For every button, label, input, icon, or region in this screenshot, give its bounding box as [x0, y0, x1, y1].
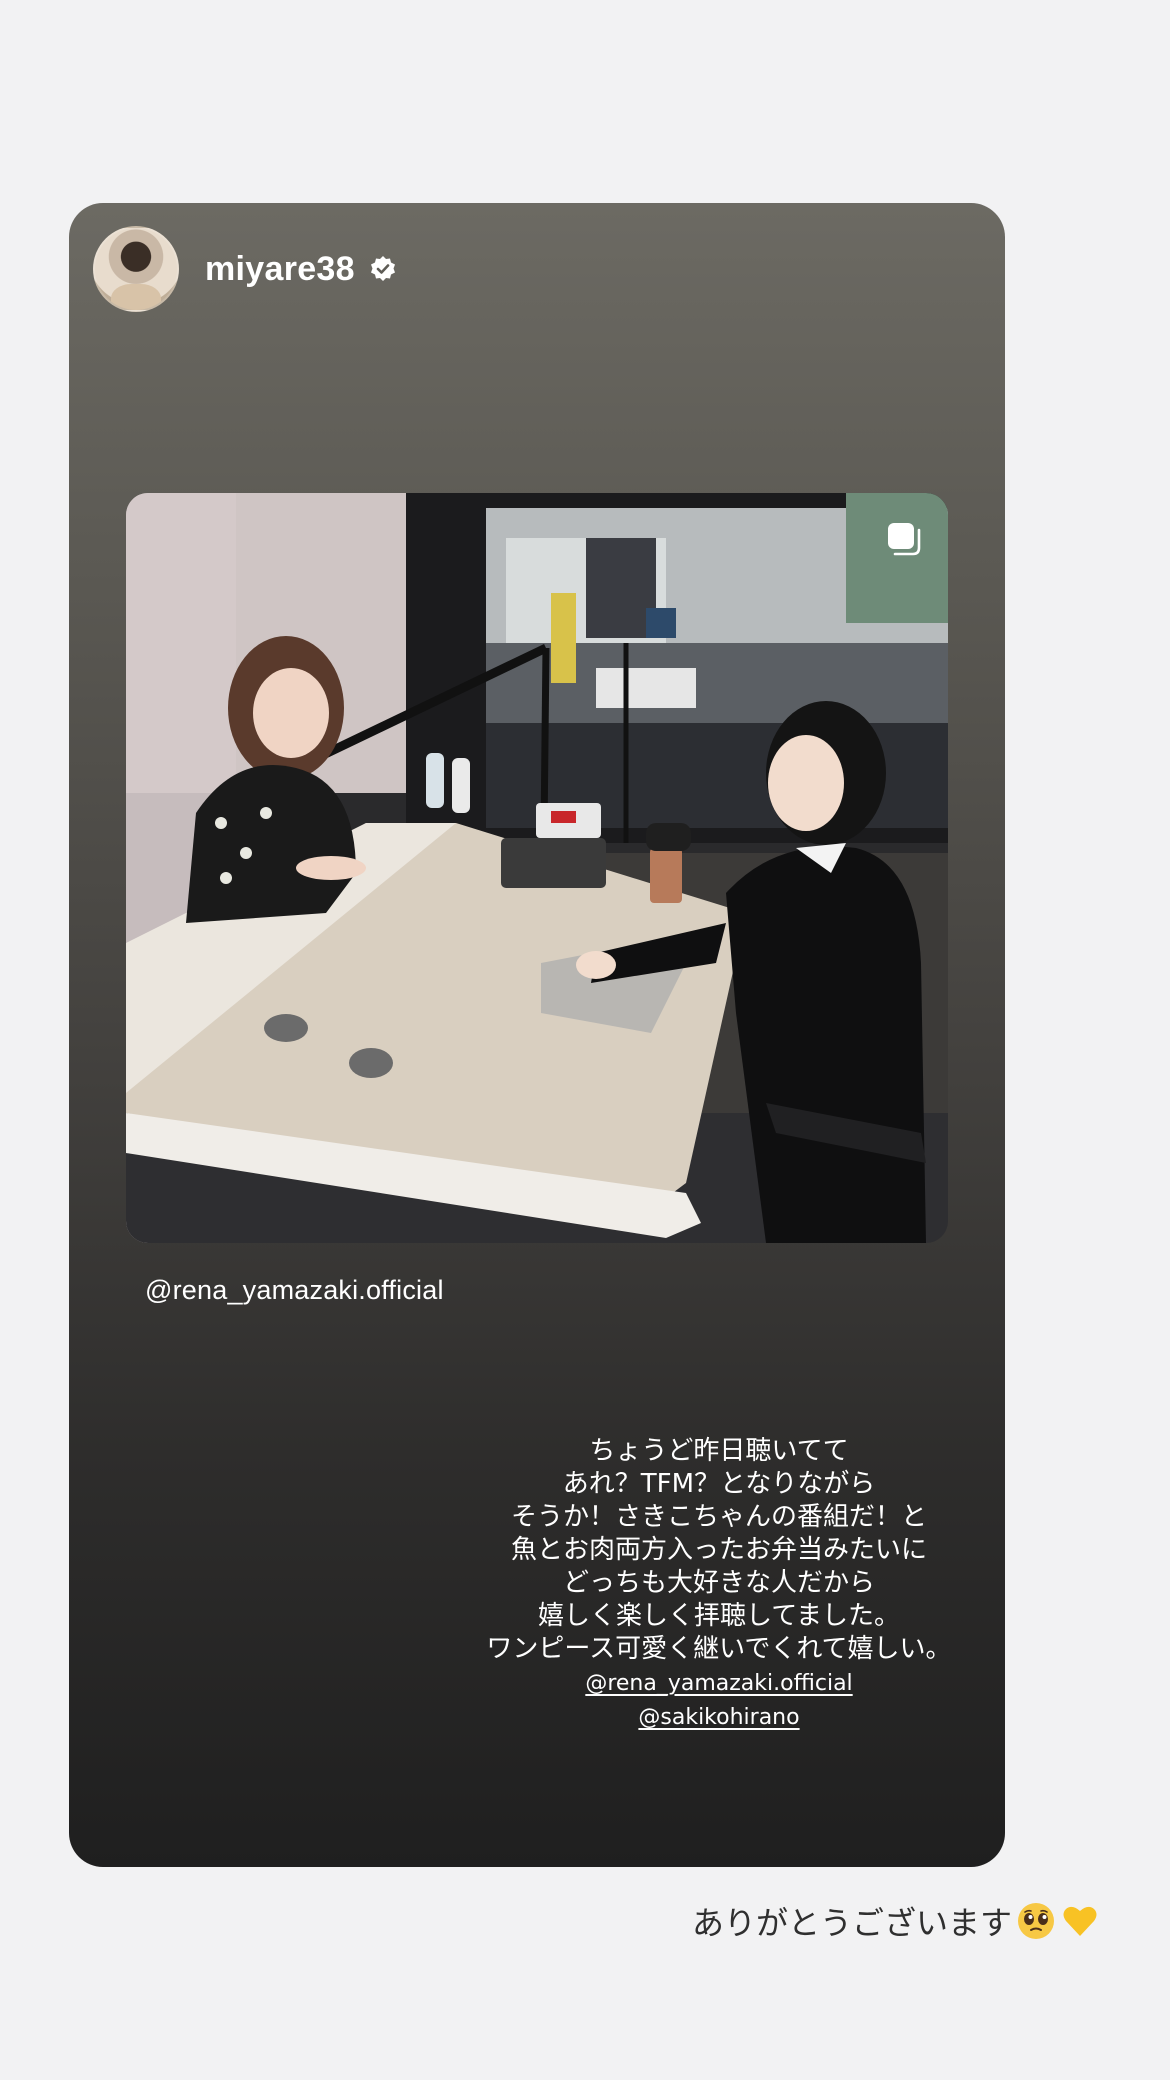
- caption-line: 魚とお肉両方入ったお弁当みたいに: [510, 1535, 927, 1565]
- shared-story-card[interactable]: miyare38 @rena_yamazaki.official ちょうど昨日聴…: [69, 203, 1005, 1867]
- yellow-heart-emoji-icon: [1060, 1901, 1100, 1941]
- verified-badge-icon: [369, 255, 397, 283]
- multiple-photos-icon: [886, 521, 922, 557]
- story-caption: ちょうど昨日聴いてて あれ？TFM？となりながら そうか！さきこちゃんの番組だ！…: [369, 1435, 1005, 1734]
- caption-line: ちょうど昨日聴いてて: [589, 1436, 849, 1466]
- story-photo[interactable]: [126, 493, 948, 1243]
- caption-line: 嬉しく楽しく拝聴してました。: [538, 1601, 900, 1631]
- reply-message[interactable]: ありがとうございます: [692, 1898, 1100, 1944]
- caption-mention-link[interactable]: @rena_yamazaki.official: [585, 1667, 852, 1700]
- caption-mention-link[interactable]: @sakikohirano: [638, 1701, 799, 1734]
- pleading-face-emoji-icon: [1016, 1901, 1056, 1941]
- caption-line: ワンピース可愛く継いでくれて嬉しい。: [486, 1634, 952, 1664]
- story-username[interactable]: miyare38: [205, 250, 355, 289]
- caption-line: どっちも大好きな人だから: [562, 1568, 875, 1598]
- reply-text: ありがとうございます: [691, 1904, 1012, 1942]
- caption-line: そうか！さきこちゃんの番組だ！と: [510, 1502, 927, 1532]
- mention-sticker[interactable]: @rena_yamazaki.official: [145, 1275, 444, 1306]
- avatar[interactable]: [93, 226, 179, 312]
- radio-studio-photo: [126, 493, 948, 1243]
- story-header: miyare38: [93, 226, 397, 312]
- caption-line: あれ？TFM？となりながら: [562, 1469, 876, 1499]
